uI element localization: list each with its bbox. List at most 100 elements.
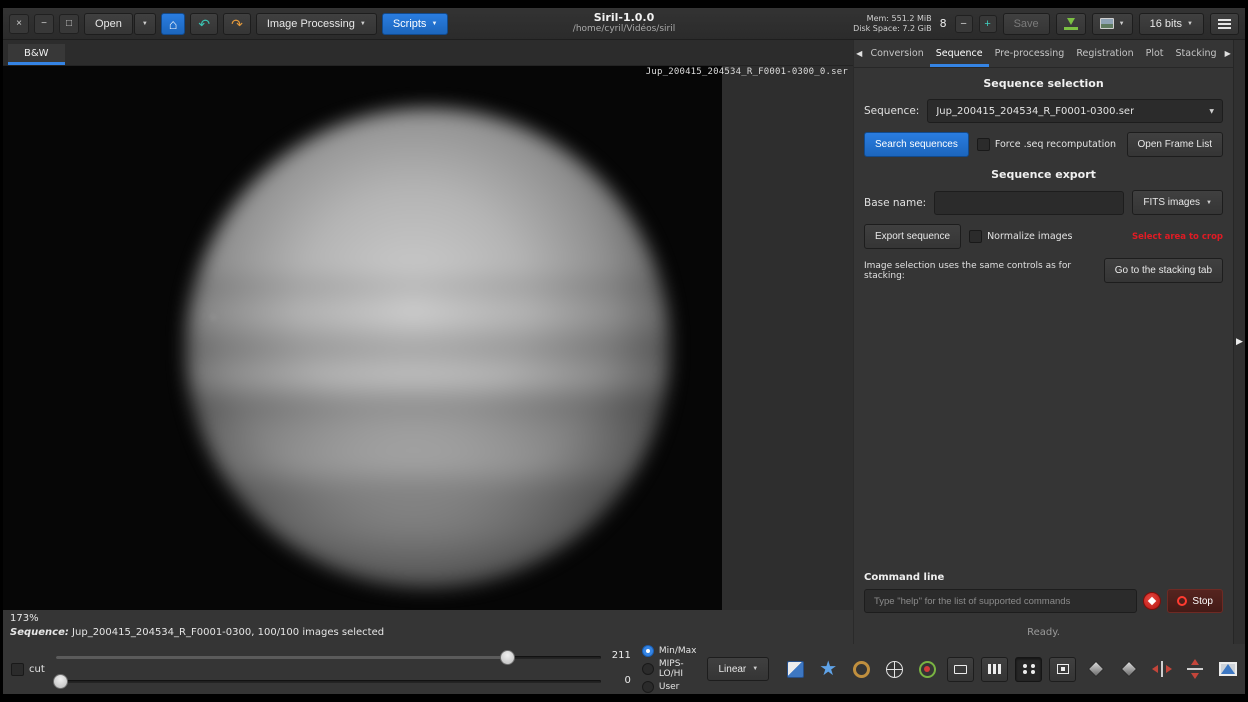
diamond-icon (1088, 661, 1104, 677)
tab-pre-processing[interactable]: Pre-processing (989, 40, 1071, 67)
tab-conversion[interactable]: Conversion (864, 40, 929, 67)
export-sequence-button[interactable]: Export sequence (864, 224, 961, 249)
panel-spacer (864, 292, 1223, 563)
star-icon: ★ (819, 659, 837, 679)
bit-depth-dropdown[interactable]: 16 bits ▼ (1139, 13, 1204, 35)
scripts-menu[interactable]: Scripts ▼ (382, 13, 449, 35)
base-name-input[interactable] (934, 191, 1124, 215)
high-level-slider[interactable] (56, 650, 601, 665)
display-rect-button[interactable] (947, 657, 974, 682)
maximize-button[interactable]: □ (59, 14, 79, 34)
tabs-scroll-left-icon[interactable]: ◀ (854, 40, 864, 67)
goto-stacking-button[interactable]: Go to the stacking tab (1104, 258, 1223, 283)
viewer-statusline: 173% Sequence: Jup_200415_204534_R_F0001… (3, 610, 853, 644)
flip-horizontal-button[interactable] (1149, 656, 1175, 682)
tab-sequence[interactable]: Sequence (930, 40, 989, 67)
increment-button[interactable]: + (979, 15, 997, 33)
paint-tool-button[interactable] (782, 656, 808, 682)
scripts-label: Scripts (393, 18, 427, 30)
snapshot-dropdown[interactable]: ▼ (1092, 13, 1133, 35)
frame-counter: 8 (938, 17, 949, 30)
image-processing-label: Image Processing (267, 18, 355, 30)
chevron-down-icon: ▼ (1119, 21, 1125, 27)
header-right-group: Mem: 551.2 MiB Disk Space: 7.2 GiB 8 − +… (853, 13, 1239, 35)
photo-icon (1100, 18, 1114, 29)
panel-expander-icon[interactable]: ▶ (1236, 337, 1243, 347)
normalize-images-checkbox[interactable] (969, 230, 982, 243)
open-frame-list-button[interactable]: Open Frame List (1127, 132, 1223, 157)
dot-grid-button[interactable] (1015, 657, 1042, 682)
tabs-scroll-right-icon[interactable]: ▶ (1223, 40, 1233, 67)
sequence-export-heading: Sequence export (864, 168, 1223, 181)
close-button[interactable]: × (9, 14, 29, 34)
home-icon: ⌂ (169, 17, 177, 31)
image-field[interactable] (3, 66, 722, 610)
tab-plot[interactable]: Plot (1140, 40, 1170, 67)
radio-user[interactable]: User (642, 681, 697, 693)
export-format-dropdown[interactable]: FITS images ▼ (1132, 190, 1223, 215)
display-bars-button[interactable] (981, 657, 1008, 682)
scale-mode-dropdown[interactable]: Linear ▼ (707, 657, 769, 681)
redo-button[interactable]: ↷ (223, 13, 251, 35)
diamond-left-button[interactable] (1083, 656, 1109, 682)
low-level-slider[interactable] (56, 674, 601, 689)
save-button[interactable]: Save (1003, 13, 1050, 35)
dot-grid-icon (1023, 664, 1027, 668)
frame-view-button[interactable] (1049, 657, 1076, 682)
save-as-button[interactable] (1056, 13, 1086, 35)
undo-button[interactable]: ↶ (190, 13, 218, 35)
radio-icon (642, 681, 654, 693)
search-sequences-button[interactable]: Search sequences (864, 132, 969, 157)
image-canvas[interactable]: Jup_200415_204534_R_F0001-0300_0.ser (3, 66, 853, 610)
app-title: Siril-1.0.0 (573, 11, 675, 24)
command-error-button[interactable] (1143, 592, 1161, 610)
tab-stacking[interactable]: Stacking (1170, 40, 1223, 67)
scale-mode-value: Linear (718, 664, 746, 675)
level-values: 211 0 (612, 649, 631, 689)
status-ready: Ready. (864, 622, 1223, 644)
photometry-star-button[interactable]: ★ (815, 656, 841, 682)
decrement-button[interactable]: − (955, 15, 973, 33)
sequence-selection-heading: Sequence selection (864, 77, 1223, 90)
export-format-value: FITS images (1143, 197, 1200, 208)
registration-target-button[interactable] (914, 656, 940, 682)
open-recent-dropdown[interactable]: ▼ (134, 13, 156, 35)
export-arrow-icon (1064, 18, 1078, 30)
radio-mips-lo-hi[interactable]: MIPS-LO/HI (642, 659, 697, 679)
radio-min-max-label: Min/Max (659, 646, 697, 656)
chevron-down-icon: ▼ (1187, 21, 1193, 27)
open-button[interactable]: Open (84, 13, 133, 35)
filename-overlay: Jup_200415_204534_R_F0001-0300_0.ser (646, 67, 848, 77)
stop-button[interactable]: Stop (1167, 589, 1223, 613)
menu-button[interactable] (1210, 13, 1239, 35)
diamond-right-button[interactable] (1116, 656, 1142, 682)
force-recompute-checkbox[interactable] (977, 138, 990, 151)
radio-min-max[interactable]: Min/Max (642, 645, 697, 657)
high-level-value: 211 (612, 650, 631, 661)
tab-bw[interactable]: B&W (8, 44, 65, 65)
moon-dot (210, 313, 218, 321)
bottom-toolbar: ★ (782, 656, 1248, 682)
error-diamond-icon (1148, 597, 1156, 605)
gold-ring-button[interactable] (848, 656, 874, 682)
image-processing-menu[interactable]: Image Processing ▼ (256, 13, 377, 35)
siril-window: × − □ Open ▼ ⌂ ↶ ↷ Image Processing ▼ Sc… (3, 8, 1245, 694)
slider-track[interactable] (56, 680, 601, 683)
flip-vertical-button[interactable] (1182, 656, 1208, 682)
tab-registration[interactable]: Registration (1070, 40, 1139, 67)
high-slider-handle[interactable] (500, 650, 515, 665)
sequence-combobox[interactable]: Jup_200415_204534_R_F0001-0300.ser ▼ (927, 99, 1223, 123)
cut-checkbox[interactable] (11, 663, 24, 676)
astrometry-globe-button[interactable] (881, 656, 907, 682)
sequence-combobox-value: Jup_200415_204534_R_F0001-0300.ser (936, 106, 1134, 117)
redo-icon: ↷ (231, 17, 243, 31)
target-icon (919, 661, 936, 678)
low-slider-handle[interactable] (53, 674, 68, 689)
command-input[interactable] (864, 589, 1137, 613)
screen: × − □ Open ▼ ⌂ ↶ ↷ Image Processing ▼ Sc… (0, 0, 1248, 702)
home-button[interactable]: ⌂ (161, 13, 185, 35)
minimize-icon: − (41, 18, 47, 29)
gold-ring-icon (853, 661, 870, 678)
histogram-button[interactable] (1215, 656, 1241, 682)
minimize-button[interactable]: − (34, 14, 54, 34)
